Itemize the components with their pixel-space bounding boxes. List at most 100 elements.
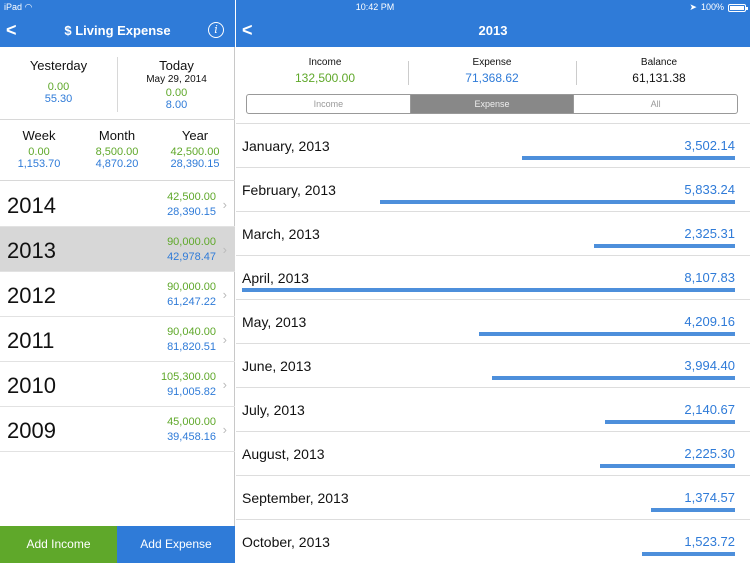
month-expense-bar: [600, 464, 735, 468]
year-income: 105,300.00: [160, 371, 216, 383]
yesterday-income: 0.00: [47, 81, 70, 93]
year-name: 2009: [7, 418, 56, 443]
battery-percent: 100%: [700, 2, 724, 12]
year-income: 90,040.00: [167, 326, 216, 338]
week-label: Week: [22, 128, 56, 143]
month-income: 8,500.00: [95, 146, 139, 158]
month-row[interactable]: February, 2013 5,833.24: [236, 168, 750, 212]
year-label: Year: [181, 128, 209, 143]
chevron-right-icon: ›: [222, 197, 227, 212]
month-name: March, 2013: [242, 226, 320, 242]
month-row[interactable]: August, 2013 2,225.30: [236, 432, 750, 476]
month-expense-bar: [492, 376, 735, 380]
month-row[interactable]: June, 2013 3,994.40: [236, 344, 750, 388]
month-name: February, 2013: [242, 182, 336, 198]
month-expense-bar: [594, 244, 735, 248]
balance-total-label: Balance: [640, 57, 678, 68]
year-row-selected[interactable]: 2013 90,000.00 42,978.47 ›: [0, 227, 235, 272]
yesterday-expense: 55.30: [44, 93, 73, 105]
income-total-label: Income: [308, 57, 342, 68]
month-expense-value: 5,833.24: [684, 182, 735, 197]
week-summary[interactable]: Week 0.00 1,153.70: [0, 128, 78, 170]
year-name: 2012: [7, 283, 56, 308]
yesterday-summary[interactable]: Yesterday 0.00 55.30: [0, 47, 117, 120]
month-expense-bar: [642, 552, 735, 556]
year-list: 2014 42,500.00 28,390.15 › 2013 90,000.0…: [0, 182, 235, 452]
info-icon[interactable]: i: [208, 22, 224, 38]
chevron-right-icon: ›: [222, 422, 227, 437]
year-name: 2011: [7, 328, 55, 353]
year-totals: Income 132,500.00 Expense 71,368.62 Bala…: [236, 47, 750, 92]
month-name: April, 2013: [242, 270, 309, 286]
segment-income[interactable]: Income: [247, 95, 411, 113]
year-income: 45,000.00: [167, 416, 216, 428]
month-expense-bar: [242, 288, 735, 292]
today-date: May 29, 2014: [146, 74, 207, 85]
month-row[interactable]: April, 2013 8,107.83: [236, 256, 750, 300]
month-row[interactable]: July, 2013 2,140.67: [236, 388, 750, 432]
app-root: iPad ◠ 10:42 PM ➤ 100% < $ Living Expens…: [0, 0, 750, 563]
month-name: June, 2013: [242, 358, 312, 374]
month-expense-value: 8,107.83: [684, 270, 735, 285]
type-segmented-control: Income Expense All: [246, 94, 738, 114]
month-row[interactable]: September, 2013 1,374.57: [236, 476, 750, 520]
month-expense-bar: [651, 508, 735, 512]
chevron-right-icon: ›: [222, 332, 227, 347]
month-expense-value: 4,209.16: [684, 314, 735, 329]
year-row[interactable]: 2011 90,040.00 81,820.51 ›: [0, 317, 235, 362]
year-row[interactable]: 2010 105,300.00 91,005.82 ›: [0, 362, 235, 407]
year-expense: 42,978.47: [167, 251, 216, 263]
battery-icon: [728, 3, 748, 12]
month-summary[interactable]: Month 8,500.00 4,870.20: [78, 128, 156, 170]
year-income: 42,500.00: [167, 191, 216, 203]
month-expense-bar: [605, 420, 735, 424]
year-name: 2013: [7, 238, 56, 263]
year-income: 90,000.00: [167, 236, 216, 248]
month-name: August, 2013: [242, 446, 325, 462]
status-right: ➤ 100%: [689, 0, 748, 15]
month-name: September, 2013: [242, 490, 349, 506]
week-income: 0.00: [28, 146, 50, 158]
month-name: January, 2013: [242, 138, 330, 154]
balance-total: Balance 61,131.38: [574, 57, 744, 85]
month-expense: 4,870.20: [95, 158, 139, 170]
month-expense-bar: [380, 200, 735, 204]
year-expense: 28,390.15: [170, 158, 220, 170]
month-expense-value: 2,325.31: [684, 226, 735, 241]
year-expense: 81,820.51: [167, 341, 216, 353]
week-expense: 1,153.70: [17, 158, 61, 170]
status-time: 10:42 PM: [355, 2, 395, 12]
month-row[interactable]: October, 2013 1,523.72: [236, 520, 750, 563]
month-expense-value: 2,140.67: [684, 402, 735, 417]
month-list: January, 2013 3,502.14 February, 2013 5,833…: [236, 123, 750, 563]
today-income: 0.00: [165, 87, 188, 99]
month-label: Month: [98, 128, 136, 143]
add-expense-button[interactable]: Add Expense: [117, 526, 235, 563]
right-pane: < 2013 Income 132,500.00 Expense 71,368.…: [236, 0, 750, 563]
month-row[interactable]: May, 2013 4,209.16: [236, 300, 750, 344]
today-summary[interactable]: Today May 29, 2014 0.00 8.00: [117, 57, 235, 112]
year-income: 42,500.00: [170, 146, 220, 158]
year-name: 2010: [7, 373, 56, 398]
day-summary: Yesterday 0.00 55.30 Today May 29, 2014 …: [0, 47, 235, 120]
month-expense-bar: [522, 156, 735, 160]
month-row[interactable]: March, 2013 2,325.31: [236, 212, 750, 256]
segment-expense[interactable]: Expense: [410, 95, 575, 113]
month-expense-value: 2,225.30: [684, 446, 735, 461]
add-income-button[interactable]: Add Income: [0, 526, 117, 563]
income-total-value: 132,500.00: [294, 71, 356, 85]
month-name: July, 2013: [242, 402, 305, 418]
month-name: October, 2013: [242, 534, 330, 550]
yesterday-label: Yesterday: [29, 58, 88, 73]
year-row[interactable]: 2009 45,000.00 39,458.16 ›: [0, 407, 235, 452]
month-row[interactable]: January, 2013 3,502.14: [236, 124, 750, 168]
today-expense: 8.00: [165, 99, 188, 111]
year-summary[interactable]: Year 42,500.00 28,390.15: [156, 128, 234, 170]
chevron-right-icon: ›: [222, 242, 227, 257]
segment-all[interactable]: All: [574, 95, 737, 113]
year-row[interactable]: 2014 42,500.00 28,390.15 ›: [0, 182, 235, 227]
chevron-right-icon: ›: [222, 377, 227, 392]
month-expense-value: 3,502.14: [684, 138, 735, 153]
year-row[interactable]: 2012 90,000.00 61,247.22 ›: [0, 272, 235, 317]
month-expense-value: 1,374.57: [684, 490, 735, 505]
